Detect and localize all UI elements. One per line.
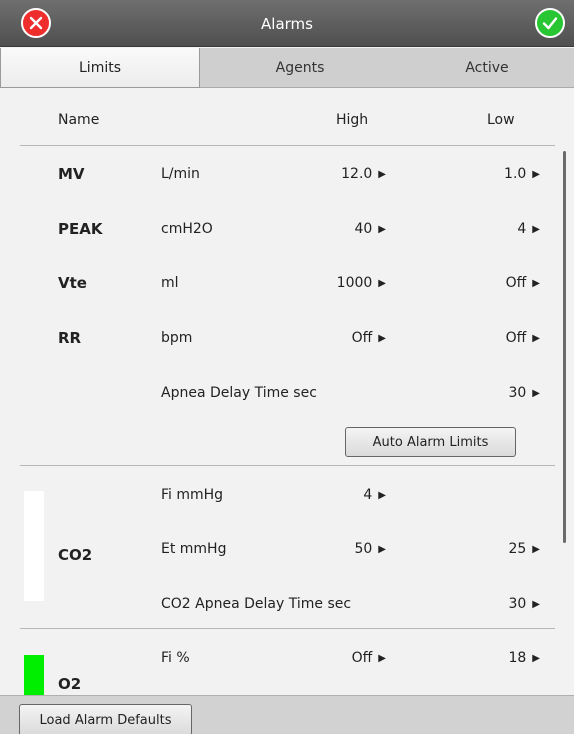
divider — [20, 465, 555, 466]
tab-agents[interactable]: Agents — [200, 48, 400, 88]
row-label-o2: O2 — [58, 675, 82, 693]
apnea-delay-value[interactable]: 30 ▶ — [450, 385, 540, 401]
divider — [20, 628, 555, 629]
row-label-vte: Vte — [58, 274, 87, 292]
row-label-peak: PEAK — [58, 220, 103, 238]
play-arrow-icon: ▶ — [532, 544, 540, 555]
unit-peak: cmH2O — [161, 221, 213, 237]
o2-indicator — [24, 655, 44, 695]
play-arrow-icon: ▶ — [532, 169, 540, 180]
check-circle-icon — [542, 17, 558, 30]
play-arrow-icon: ▶ — [378, 333, 386, 344]
o2-fi-high-value[interactable]: Off ▶ — [300, 650, 386, 666]
peak-high-value[interactable]: 40 ▶ — [300, 221, 386, 237]
limits-panel: Name High Low MV L/min 12.0 ▶ 1.0 ▶ PEAK c… — [0, 89, 574, 695]
load-alarm-defaults-button[interactable]: Load Alarm Defaults — [19, 704, 192, 734]
play-arrow-icon: ▶ — [532, 333, 540, 344]
column-header-name: Name — [58, 112, 100, 128]
o2-fi-low-value[interactable]: 18 ▶ — [450, 650, 540, 666]
co2-et-label: Et mmHg — [161, 541, 227, 557]
co2-apnea-delay-label: CO2 Apnea Delay Time sec — [161, 596, 352, 612]
vte-high-value[interactable]: 1000 ▶ — [300, 275, 386, 291]
row-label-rr: RR — [58, 329, 82, 347]
scrollbar[interactable] — [563, 151, 566, 543]
rr-low-value[interactable]: Off ▶ — [450, 330, 540, 346]
play-arrow-icon: ▶ — [378, 278, 386, 289]
co2-et-low-value[interactable]: 25 ▶ — [450, 541, 540, 557]
tab-limits[interactable]: Limits — [0, 48, 200, 88]
auto-alarm-limits-button[interactable]: Auto Alarm Limits — [345, 427, 516, 457]
play-arrow-icon: ▶ — [532, 388, 540, 399]
o2-fi-label: Fi % — [161, 650, 190, 666]
column-header-low: Low — [487, 112, 515, 128]
tab-active[interactable]: Active — [400, 48, 574, 88]
mv-high-value[interactable]: 12.0 ▶ — [300, 166, 386, 182]
row-label-mv: MV — [58, 165, 85, 183]
unit-vte: ml — [161, 275, 179, 291]
co2-et-high-value[interactable]: 50 ▶ — [300, 541, 386, 557]
play-arrow-icon: ▶ — [532, 599, 540, 610]
column-header-high: High — [336, 112, 369, 128]
unit-mv: L/min — [161, 166, 200, 182]
apnea-delay-label: Apnea Delay Time sec — [161, 385, 317, 401]
footer-bar: Load Alarm Defaults — [0, 695, 574, 734]
mv-low-value[interactable]: 1.0 ▶ — [450, 166, 540, 182]
play-arrow-icon: ▶ — [378, 544, 386, 555]
rr-high-value[interactable]: Off ▶ — [300, 330, 386, 346]
co2-apnea-delay-value[interactable]: 30 ▶ — [450, 596, 540, 612]
play-arrow-icon: ▶ — [378, 653, 386, 664]
play-arrow-icon: ▶ — [378, 490, 386, 501]
unit-rr: bpm — [161, 330, 193, 346]
vte-low-value[interactable]: Off ▶ — [450, 275, 540, 291]
play-arrow-icon: ▶ — [532, 653, 540, 664]
play-arrow-icon: ▶ — [378, 169, 386, 180]
play-arrow-icon: ▶ — [378, 224, 386, 235]
row-label-co2: CO2 — [58, 546, 93, 564]
play-arrow-icon: ▶ — [532, 224, 540, 235]
window-title: Alarms — [261, 15, 313, 33]
divider — [20, 145, 555, 146]
co2-fi-label: Fi mmHg — [161, 487, 224, 503]
peak-low-value[interactable]: 4 ▶ — [450, 221, 540, 237]
confirm-button[interactable] — [535, 8, 565, 38]
co2-indicator — [24, 491, 44, 601]
play-arrow-icon: ▶ — [532, 278, 540, 289]
co2-fi-high-value[interactable]: 4 ▶ — [300, 487, 386, 503]
title-bar: Alarms — [0, 0, 574, 47]
tab-bar: Limits Agents Active — [0, 48, 574, 88]
